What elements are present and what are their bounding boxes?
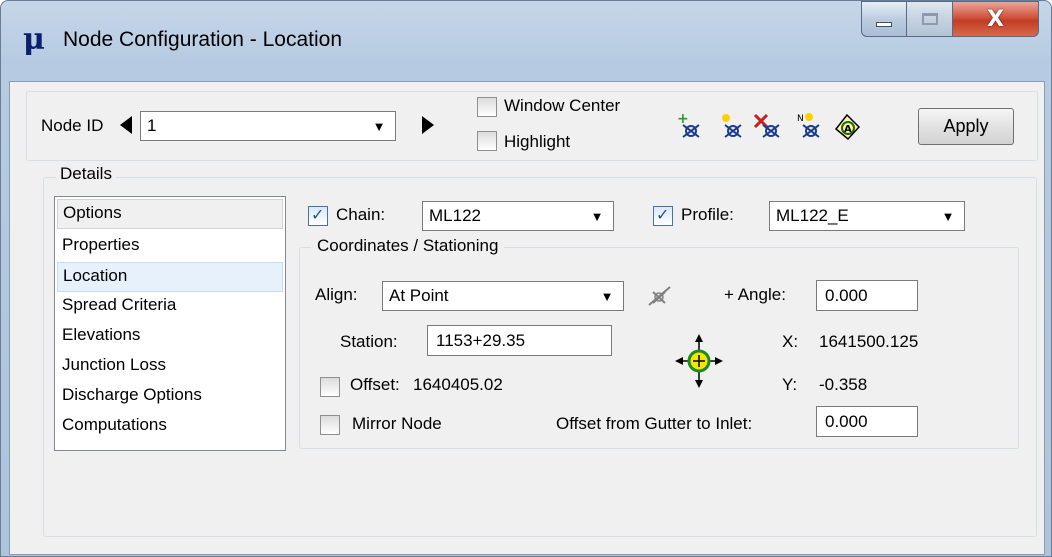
list-item-junction-loss[interactable]: Junction Loss: [57, 352, 283, 382]
new-node-icon[interactable]: [717, 111, 747, 141]
node-id-dropdown[interactable]: 1 ▼: [140, 111, 396, 141]
add-node-icon[interactable]: +: [675, 111, 705, 141]
maximize-icon: [921, 13, 938, 25]
chevron-down-icon: ▼: [600, 288, 614, 304]
window-controls: X: [861, 1, 1039, 39]
checkmark-icon: ✓: [311, 207, 325, 224]
triangle-right-icon: [422, 116, 434, 134]
options-list-header: Options: [57, 199, 283, 229]
profile-value: ML122_E: [776, 206, 849, 225]
list-item-location[interactable]: Location: [57, 262, 283, 292]
align-value: At Point: [389, 286, 449, 305]
window-center-label: Window Center: [504, 96, 621, 115]
svg-text:+: +: [677, 111, 689, 127]
profile-label: Profile:: [681, 205, 734, 224]
offset-checkbox[interactable]: [320, 377, 340, 397]
x-value: 1641500.125: [819, 332, 919, 351]
node-id-value: 1: [147, 116, 157, 135]
close-icon: X: [987, 6, 1004, 32]
gutter-offset-label: Offset from Gutter to Inlet:: [556, 414, 753, 433]
station-label: Station:: [340, 332, 398, 351]
chain-checkbox[interactable]: ✓: [308, 206, 328, 226]
minimize-button[interactable]: [861, 1, 907, 37]
dialog-client-area: Node ID 1 ▼ Window Center Highlight + N …: [9, 81, 1045, 555]
next-node-button[interactable]: [421, 115, 435, 139]
coordinates-legend: Coordinates / Stationing: [311, 236, 505, 256]
highlight-checkbox[interactable]: [477, 131, 497, 151]
app-icon: μ: [23, 22, 45, 57]
y-label: Y:: [782, 375, 798, 394]
pick-point-icon[interactable]: [644, 281, 674, 311]
dialog-window: μ Node Configuration - Location X Node I…: [0, 0, 1052, 557]
angle-label: + Angle:: [724, 285, 786, 304]
chevron-down-icon: ▼: [372, 118, 386, 134]
list-item-spread-criteria[interactable]: Spread Criteria: [57, 292, 283, 322]
window-title: Node Configuration - Location: [63, 28, 343, 51]
chain-value: ML122: [429, 206, 481, 225]
minimize-icon: [876, 21, 892, 27]
window-center-checkbox[interactable]: [477, 97, 497, 117]
delete-node-icon[interactable]: [753, 111, 783, 141]
angle-input[interactable]: 0.000: [816, 280, 918, 311]
svg-text:N: N: [797, 114, 804, 124]
apply-button[interactable]: Apply: [918, 108, 1014, 145]
node-id-label: Node ID: [41, 116, 104, 135]
align-dropdown[interactable]: At Point ▼: [382, 281, 624, 311]
list-item-properties[interactable]: Properties: [57, 232, 283, 262]
profile-checkbox[interactable]: ✓: [653, 206, 673, 226]
mirror-node-checkbox[interactable]: [320, 415, 340, 435]
mirror-node-label: Mirror Node: [352, 414, 442, 433]
x-label: X:: [782, 332, 799, 351]
list-item-elevations[interactable]: Elevations: [57, 322, 283, 352]
node-toolbar-group: Node ID 1 ▼ Window Center Highlight + N …: [26, 91, 1038, 161]
title-bar[interactable]: μ Node Configuration - Location X: [1, 1, 1051, 81]
gutter-offset-value: 0.000: [825, 412, 868, 431]
angle-value: 0.000: [825, 286, 868, 305]
maximize-button[interactable]: [907, 1, 953, 37]
rename-node-icon[interactable]: N: [795, 111, 825, 141]
y-value: -0.358: [819, 375, 868, 394]
gutter-offset-input[interactable]: 0.000: [816, 406, 918, 437]
options-list[interactable]: Options Properties Location Spread Crite…: [54, 196, 286, 451]
station-value: 1153+29.35: [436, 331, 526, 350]
svg-text:A: A: [844, 124, 852, 135]
move-node-icon[interactable]: [674, 332, 724, 390]
list-item-computations[interactable]: Computations: [57, 412, 283, 442]
chain-label: Chain:: [336, 205, 386, 224]
triangle-left-icon: [120, 116, 132, 134]
highlight-label: Highlight: [504, 132, 571, 151]
align-label: Align:: [315, 285, 358, 304]
chevron-down-icon: ▼: [590, 208, 604, 224]
chevron-down-icon: ▼: [941, 208, 955, 224]
station-input[interactable]: 1153+29.35: [427, 325, 612, 356]
chain-dropdown[interactable]: ML122 ▼: [422, 201, 614, 231]
node-annotation-icon[interactable]: A: [833, 111, 863, 141]
profile-dropdown[interactable]: ML122_E ▼: [769, 201, 965, 231]
details-legend: Details: [56, 164, 116, 184]
offset-label: Offset:: [350, 375, 400, 394]
list-item-discharge-options[interactable]: Discharge Options: [57, 382, 283, 412]
checkmark-icon: ✓: [656, 207, 670, 224]
offset-value: 1640405.02: [413, 375, 503, 394]
previous-node-button[interactable]: [119, 115, 133, 139]
close-button[interactable]: X: [953, 1, 1039, 37]
